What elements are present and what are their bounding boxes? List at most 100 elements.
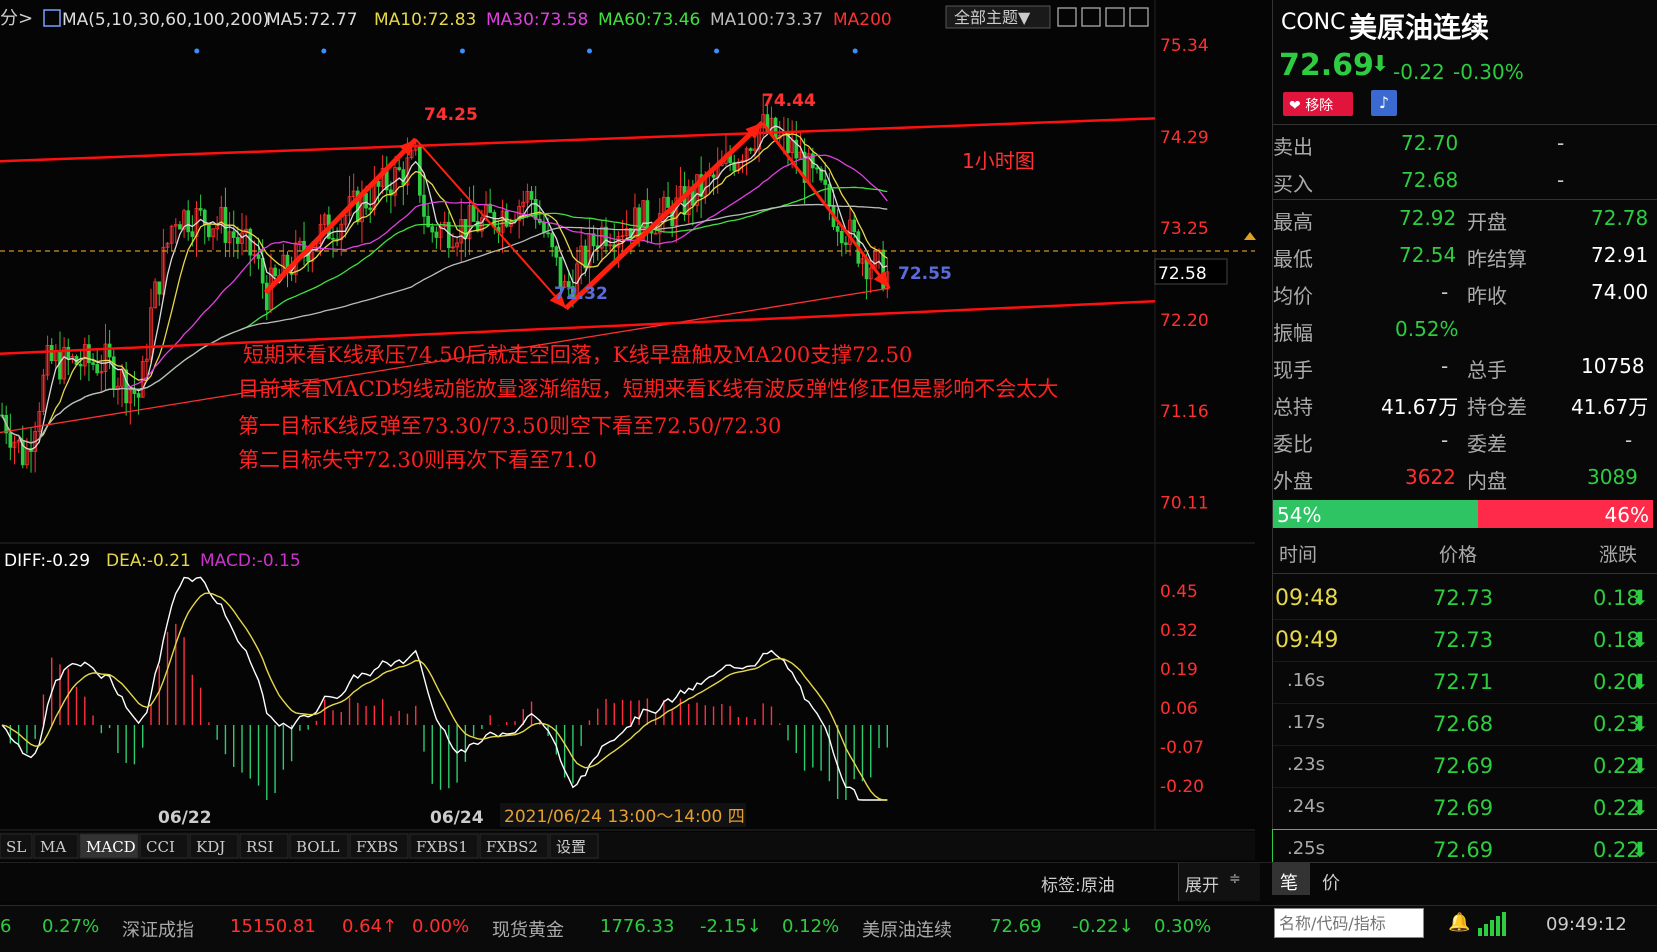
quote-change-pct: -0.30% bbox=[1453, 60, 1524, 84]
amp-row: 振幅 0.52% bbox=[1273, 311, 1657, 348]
indicator-tab-sl[interactable]: SL bbox=[6, 838, 26, 856]
candle-body bbox=[471, 204, 476, 222]
ticker-item: 深证成指 bbox=[122, 920, 194, 941]
ticker-item: 0.64↑ bbox=[342, 916, 398, 937]
notify-bell-button[interactable]: ♪ bbox=[1371, 90, 1397, 116]
chart-area[interactable]: 分> MA(5,10,30,60,100,200) MA5:72.77 MA10… bbox=[0, 0, 1272, 952]
candle-body bbox=[533, 199, 538, 220]
candle-body bbox=[178, 224, 182, 230]
tick-time: 09:49 bbox=[1275, 628, 1339, 653]
expand-label: 展开 bbox=[1185, 876, 1219, 896]
indicator-tab-ma[interactable]: MA bbox=[40, 838, 66, 856]
candle-body bbox=[124, 369, 129, 404]
candle-body bbox=[190, 231, 195, 237]
macd-diff-value: DIFF:-0.29 bbox=[4, 551, 90, 571]
ask-row: 卖出 72.70 - bbox=[1273, 125, 1657, 162]
tick-row[interactable]: .17s 72.68 0.23 ⬇ bbox=[1273, 704, 1657, 746]
prev-close-value: 74.00 bbox=[1591, 280, 1649, 304]
tick-row[interactable]: 09:48 72.73 0.18 ⬇ bbox=[1273, 578, 1657, 620]
avg-value: - bbox=[1441, 280, 1449, 304]
kline-chart[interactable]: 分> MA(5,10,30,60,100,200) MA5:72.77 MA10… bbox=[0, 0, 1272, 905]
heart-icon: ❤ bbox=[1289, 98, 1301, 114]
candle-body bbox=[542, 222, 546, 234]
down-arrow-icon: ⬇ bbox=[1371, 52, 1390, 77]
tick-price: 72.68 bbox=[1433, 712, 1494, 736]
ma60-value: MA60:73.46 bbox=[598, 10, 700, 30]
tick-row[interactable]: .24s 72.69 0.22 ⬇ bbox=[1273, 788, 1657, 830]
high-label: 最高 bbox=[1273, 210, 1313, 234]
signal-strength-icon bbox=[1478, 912, 1506, 936]
quote-code: CONC bbox=[1281, 10, 1346, 35]
indicator-tab-fxbs1[interactable]: FXBS1 bbox=[416, 838, 468, 856]
tab-jia[interactable]: 价 bbox=[1322, 869, 1340, 895]
candle-body bbox=[231, 231, 236, 238]
period-prefix[interactable]: 分> bbox=[0, 8, 33, 29]
bid-label: 买入 bbox=[1273, 172, 1313, 196]
prev-settle-label: 昨结算 bbox=[1467, 247, 1527, 271]
amp-value: 0.52% bbox=[1395, 317, 1459, 341]
indicator-tab-macd[interactable]: MACD bbox=[86, 838, 136, 856]
tick-row[interactable]: .16s 72.71 0.20 ⬇ bbox=[1273, 662, 1657, 704]
candle-body bbox=[331, 238, 335, 240]
peak2-label: 74.44 bbox=[762, 91, 816, 111]
tick-row[interactable]: .23s 72.69 0.22 ⬇ bbox=[1273, 746, 1657, 788]
tick-time: .17s bbox=[1287, 712, 1326, 733]
remove-button-label: 移除 bbox=[1305, 98, 1334, 114]
alarm-bell-icon[interactable]: 🔔 bbox=[1448, 912, 1470, 933]
tick-price: 72.69 bbox=[1433, 838, 1494, 862]
remove-button[interactable]: ❤ 移除 bbox=[1283, 92, 1353, 116]
search-input[interactable] bbox=[1274, 908, 1424, 938]
macd-macd-value: MACD:-0.15 bbox=[200, 551, 301, 571]
amp-label: 振幅 bbox=[1273, 321, 1313, 345]
open-label: 开盘 bbox=[1467, 210, 1507, 234]
tick-time: .16s bbox=[1287, 670, 1326, 691]
candle-body bbox=[558, 256, 563, 288]
macd-dea-value: DEA:-0.21 bbox=[106, 551, 191, 571]
bid-row: 买入 72.68 - bbox=[1273, 162, 1657, 199]
macd-tick-label: 0.19 bbox=[1160, 660, 1198, 680]
indicator-tabs[interactable]: SL MA MACD CCI KDJ RSI BOLL FXBS FXBS1 FXBS2 设置 bbox=[0, 833, 599, 859]
price-tick-label: 72.20 bbox=[1160, 311, 1209, 331]
indicator-tab-fxbs[interactable]: FXBS bbox=[356, 838, 398, 856]
ask-volume: - bbox=[1557, 131, 1565, 155]
indicator-tab-设置[interactable]: 设置 bbox=[556, 838, 586, 856]
event-dot bbox=[459, 48, 465, 54]
ticks-header: 时间 价格 涨跌 bbox=[1273, 530, 1657, 574]
oi-row: 总持 41.67万 持仓差 41.67万 bbox=[1273, 385, 1657, 422]
tag-label[interactable]: 标签:原油 bbox=[1041, 871, 1115, 896]
tick-time: .23s bbox=[1287, 754, 1326, 775]
price-tick-label: 73.25 bbox=[1160, 219, 1209, 239]
candle-body bbox=[49, 345, 54, 362]
diff-label: 委差 bbox=[1467, 432, 1507, 456]
indicator-tab-fxbs2[interactable]: FXBS2 bbox=[486, 838, 538, 856]
price-tick-label: 74.29 bbox=[1160, 128, 1209, 148]
ma10-value: MA10:72.83 bbox=[374, 10, 476, 30]
analysis-line-2: 目前来看MACD均线动能放量逐渐缩短，短期来看K线有波反弹性修正但是影响不会太大 bbox=[238, 377, 1058, 401]
ticker-item: -0.22↓ bbox=[1072, 916, 1134, 937]
ticks-header-time: 时间 bbox=[1279, 544, 1318, 566]
candle-body bbox=[529, 191, 534, 200]
total-vol-value: 10758 bbox=[1581, 354, 1645, 378]
price-marker: 72.58 bbox=[1158, 264, 1207, 284]
outer-value: 3622 bbox=[1405, 465, 1456, 489]
quote-name: 美原油连续 bbox=[1349, 11, 1490, 44]
candle-body bbox=[95, 364, 100, 374]
indicator-tab-kdj[interactable]: KDJ bbox=[196, 838, 225, 856]
avg-label: 均价 bbox=[1273, 284, 1313, 308]
candle-body bbox=[66, 346, 71, 359]
tab-bi[interactable]: 笔 bbox=[1280, 869, 1298, 895]
outer-label: 外盘 bbox=[1273, 469, 1313, 493]
ma30-value: MA30:73.58 bbox=[486, 10, 588, 30]
tick-row[interactable]: 09:49 72.73 0.18 ⬇ bbox=[1273, 620, 1657, 662]
indicator-tab-boll[interactable]: BOLL bbox=[296, 838, 340, 856]
total-vol-label: 总手 bbox=[1467, 358, 1507, 382]
cur-vol-label: 现手 bbox=[1273, 358, 1313, 382]
candle-body bbox=[546, 232, 550, 235]
low-settle-row: 最低 72.54 昨结算 72.91 bbox=[1273, 237, 1657, 274]
candle-body bbox=[132, 389, 137, 394]
high-value: 72.92 bbox=[1399, 206, 1457, 230]
indicator-tab-cci[interactable]: CCI bbox=[146, 838, 175, 856]
indicator-tab-rsi[interactable]: RSI bbox=[246, 838, 274, 856]
buy-sell-bar: 54% 46% bbox=[1273, 500, 1653, 528]
down-arrow-icon: ⬇ bbox=[1631, 712, 1649, 736]
